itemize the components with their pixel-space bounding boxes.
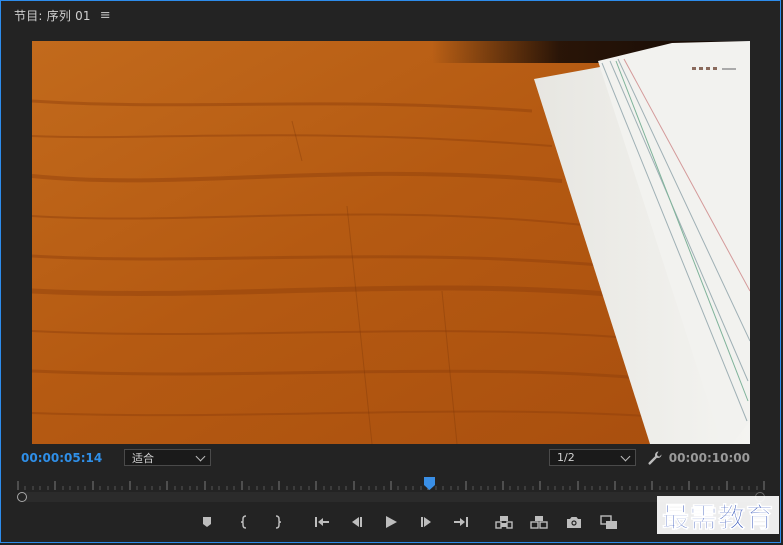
extract-button[interactable] bbox=[528, 511, 550, 533]
zoom-level-value: 适合 bbox=[132, 451, 154, 465]
camera-icon bbox=[567, 516, 581, 528]
step-back-button[interactable] bbox=[345, 511, 367, 533]
lift-button[interactable] bbox=[493, 511, 515, 533]
step-forward-icon bbox=[421, 517, 431, 527]
hamburger-icon[interactable]: ≡ bbox=[100, 9, 111, 22]
chevron-down-icon bbox=[620, 451, 631, 462]
lift-icon bbox=[495, 516, 513, 529]
video-frame-image bbox=[32, 41, 750, 444]
marker-icon bbox=[203, 517, 211, 527]
step-forward-button[interactable] bbox=[416, 511, 438, 533]
panel-title[interactable]: 节目: 序列 01 bbox=[14, 7, 91, 24]
panel-header: 节目: 序列 01 ≡ bbox=[14, 6, 111, 24]
program-monitor-viewer[interactable] bbox=[32, 41, 750, 444]
go-to-in-button[interactable] bbox=[311, 511, 333, 533]
go-to-out-button[interactable] bbox=[450, 511, 472, 533]
zoom-scrollbar[interactable] bbox=[17, 492, 761, 502]
wrench-icon[interactable] bbox=[647, 450, 663, 466]
step-back-icon bbox=[352, 517, 362, 527]
play-icon bbox=[386, 516, 397, 528]
duration-timecode: 00:00:10:00 bbox=[668, 451, 750, 465]
mark-out-button[interactable] bbox=[266, 511, 288, 533]
go-to-out-icon bbox=[454, 517, 468, 527]
watermark-text: 最需教育 bbox=[662, 502, 774, 534]
go-to-in-icon bbox=[315, 517, 329, 527]
zoom-level-select[interactable]: 适合 bbox=[124, 449, 211, 466]
compare-icon bbox=[600, 514, 617, 529]
zoom-scrollbar-left-handle[interactable] bbox=[17, 492, 27, 502]
export-frame-button[interactable] bbox=[563, 511, 585, 533]
comparison-view-button[interactable] bbox=[598, 511, 620, 533]
mark-in-button[interactable] bbox=[234, 511, 256, 533]
mark-out-icon bbox=[275, 515, 282, 529]
add-marker-button[interactable] bbox=[196, 511, 218, 533]
playback-resolution-value: 1/2 bbox=[557, 451, 575, 464]
playback-resolution-select[interactable]: 1/2 bbox=[549, 449, 636, 466]
playhead-handle[interactable] bbox=[424, 477, 435, 491]
chevron-down-icon bbox=[195, 451, 206, 462]
watermark-logo: 最需教育 bbox=[657, 496, 779, 534]
extract-icon bbox=[530, 516, 548, 529]
time-ruler[interactable] bbox=[17, 478, 765, 491]
mark-in-icon bbox=[240, 515, 247, 529]
current-timecode[interactable]: 00:00:05:14 bbox=[21, 451, 102, 465]
play-button[interactable] bbox=[380, 511, 402, 533]
